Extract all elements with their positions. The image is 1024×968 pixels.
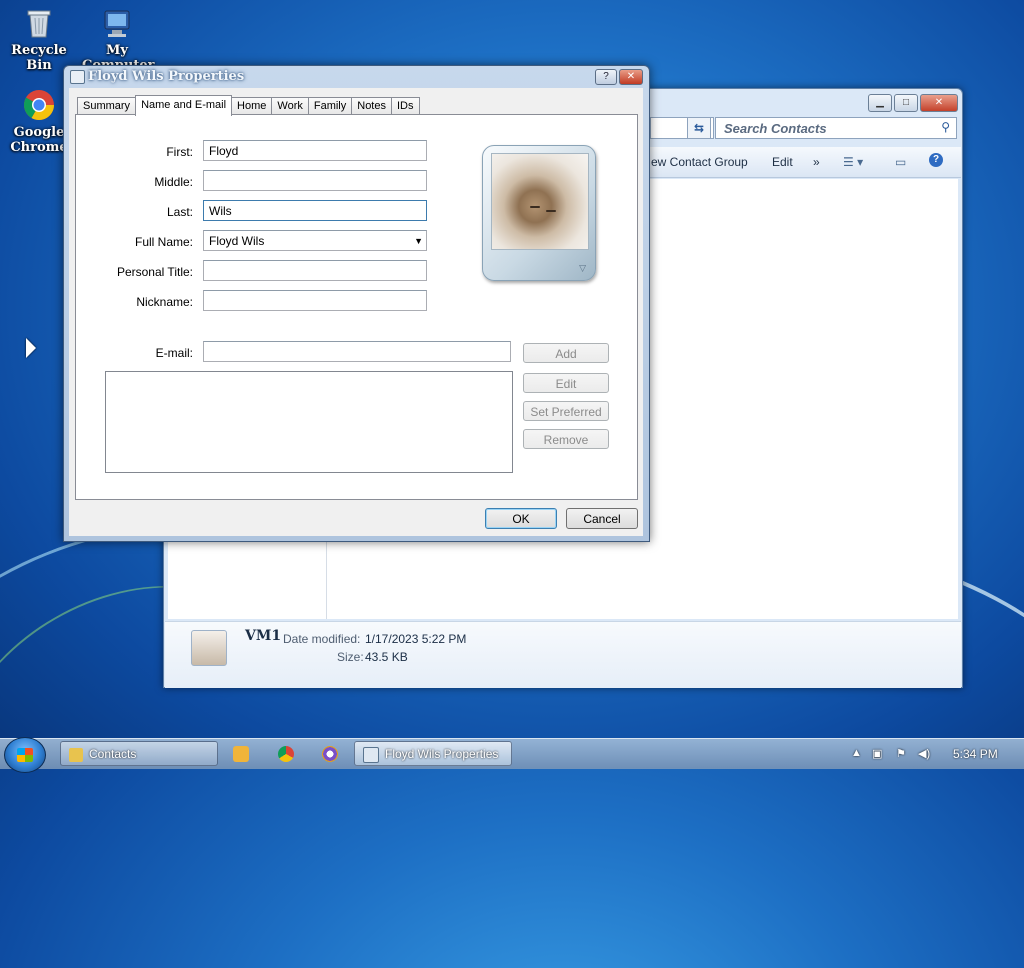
set-preferred-button[interactable]: Set Preferred (523, 401, 609, 421)
chevron-down-icon[interactable]: ▼ (414, 231, 423, 252)
dialog-title: Floyd Wils Properties (88, 69, 245, 84)
system-clock[interactable]: 5:34 PM (953, 747, 998, 761)
desktop-icon-label: My (106, 43, 128, 58)
recycle-bin-icon (22, 6, 56, 40)
size-label: Size: (337, 650, 364, 664)
personal-title-input[interactable] (203, 260, 427, 281)
desktop-icon-my-computer[interactable]: My Computer (82, 6, 154, 73)
tab-name-and-email[interactable]: Name and E-mail (135, 95, 233, 116)
date-modified-label: Date modified: (283, 632, 361, 646)
tab-panel: First: Floyd Middle: Last: Wils Full Nam… (75, 114, 638, 500)
full-name-value: Floyd Wils (209, 234, 265, 248)
help-button[interactable]: ? (595, 69, 617, 85)
last-name-input[interactable]: Wils (203, 200, 427, 221)
full-name-combobox[interactable]: Floyd Wils ▼ (203, 230, 427, 251)
email-label: E-mail: (155, 346, 193, 360)
close-button[interactable]: ✕ (619, 69, 643, 85)
refresh-button[interactable]: ⇆ (687, 117, 711, 139)
search-box[interactable]: Search Contacts ⚲ (715, 117, 957, 139)
computer-icon (100, 6, 134, 40)
taskbar-button-contacts[interactable]: Contacts (60, 741, 218, 766)
tab-strip: Summary Name and E-mail Home Work Family… (77, 95, 420, 116)
ok-button[interactable]: OK (485, 508, 557, 529)
chrome-icon (22, 88, 56, 122)
mouse-cursor (26, 338, 36, 358)
middle-name-input[interactable] (203, 170, 427, 191)
maximize-button[interactable]: □ (894, 94, 918, 112)
media-player-icon[interactable] (233, 746, 249, 762)
tab-family[interactable]: Family (307, 97, 353, 115)
full-name-label: Full Name: (134, 235, 193, 249)
tab-work[interactable]: Work (271, 97, 309, 115)
desktop-icon-recycle-bin[interactable]: Recycle Bin (4, 6, 74, 73)
add-button[interactable]: Add (523, 343, 609, 363)
dialog-client: Summary Name and E-mail Home Work Family… (69, 88, 643, 536)
nickname-label: Nickname: (136, 295, 193, 309)
search-input[interactable]: Search Contacts (724, 121, 827, 136)
tab-home[interactable]: Home (231, 97, 273, 115)
close-button[interactable]: ✕ (920, 94, 958, 112)
chevron-down-icon[interactable]: ▽ (579, 263, 586, 274)
last-name-label: Last: (166, 205, 193, 219)
contact-photo (491, 153, 589, 250)
cat-eye (546, 210, 556, 212)
contact-name: VM1 (245, 628, 282, 644)
view-options-icon[interactable]: ☰ ▾ (843, 155, 863, 169)
size-value: 43.5 KB (365, 650, 408, 664)
tab-summary[interactable]: Summary (77, 97, 137, 115)
email-input[interactable] (203, 341, 511, 362)
date-modified-value: 1/17/2023 5:22 PM (365, 632, 467, 646)
action-center-flag-icon[interactable]: ⚑ (896, 747, 906, 760)
taskbar: Contacts Floyd Wils Properties ▲ ▣ ⚑ ◀) … (0, 737, 1024, 773)
contact-picture-button[interactable]: ▽ (482, 145, 596, 281)
email-list[interactable] (105, 371, 513, 473)
desktop-icon-label: Recycle (11, 43, 67, 58)
cancel-button[interactable]: Cancel (566, 508, 638, 529)
middle-name-label: Middle: (154, 175, 193, 189)
first-name-input[interactable]: Floyd (203, 140, 427, 161)
search-icon[interactable]: ⚲ (941, 120, 950, 134)
app-icon[interactable] (322, 746, 338, 762)
taskbar-button-label: Floyd Wils Properties (385, 747, 499, 761)
network-icon[interactable]: ▣ (872, 747, 882, 760)
chrome-icon[interactable] (278, 746, 294, 762)
personal-title-label: Personal Title: (116, 265, 193, 279)
volume-icon[interactable]: ◀) (918, 747, 930, 760)
cat-eye (530, 206, 540, 208)
edit-button[interactable]: Edit (772, 155, 793, 169)
first-name-label: First: (166, 145, 193, 159)
tab-notes[interactable]: Notes (351, 97, 392, 115)
folder-icon (69, 747, 83, 762)
windows-logo-icon (17, 748, 33, 762)
new-contact-group-button[interactable]: ew Contact Group (651, 155, 748, 169)
show-hidden-icons[interactable]: ▲ (851, 747, 862, 759)
contact-properties-dialog[interactable]: Floyd Wils Properties ? ✕ Summary Name a… (63, 65, 650, 542)
help-icon[interactable]: ? (929, 153, 943, 167)
contact-card-icon (363, 746, 379, 763)
more-commands-button[interactable]: » (813, 155, 820, 169)
remove-button[interactable]: Remove (523, 429, 609, 449)
taskbar-button-label: Contacts (89, 747, 137, 761)
details-pane: VM1 Date modified: 1/17/2023 5:22 PM Siz… (165, 621, 961, 688)
contact-card-icon (70, 70, 85, 84)
minimize-button[interactable]: ▁ (868, 94, 892, 112)
tab-ids[interactable]: IDs (391, 97, 420, 115)
preview-pane-icon[interactable]: ▭ (895, 155, 906, 169)
nickname-input[interactable] (203, 290, 427, 311)
window-caption-buttons: ▁ □ ✕ (868, 94, 958, 112)
contact-thumbnail (191, 630, 227, 666)
edit-button[interactable]: Edit (523, 373, 609, 393)
taskbar-button-properties[interactable]: Floyd Wils Properties (354, 741, 512, 766)
